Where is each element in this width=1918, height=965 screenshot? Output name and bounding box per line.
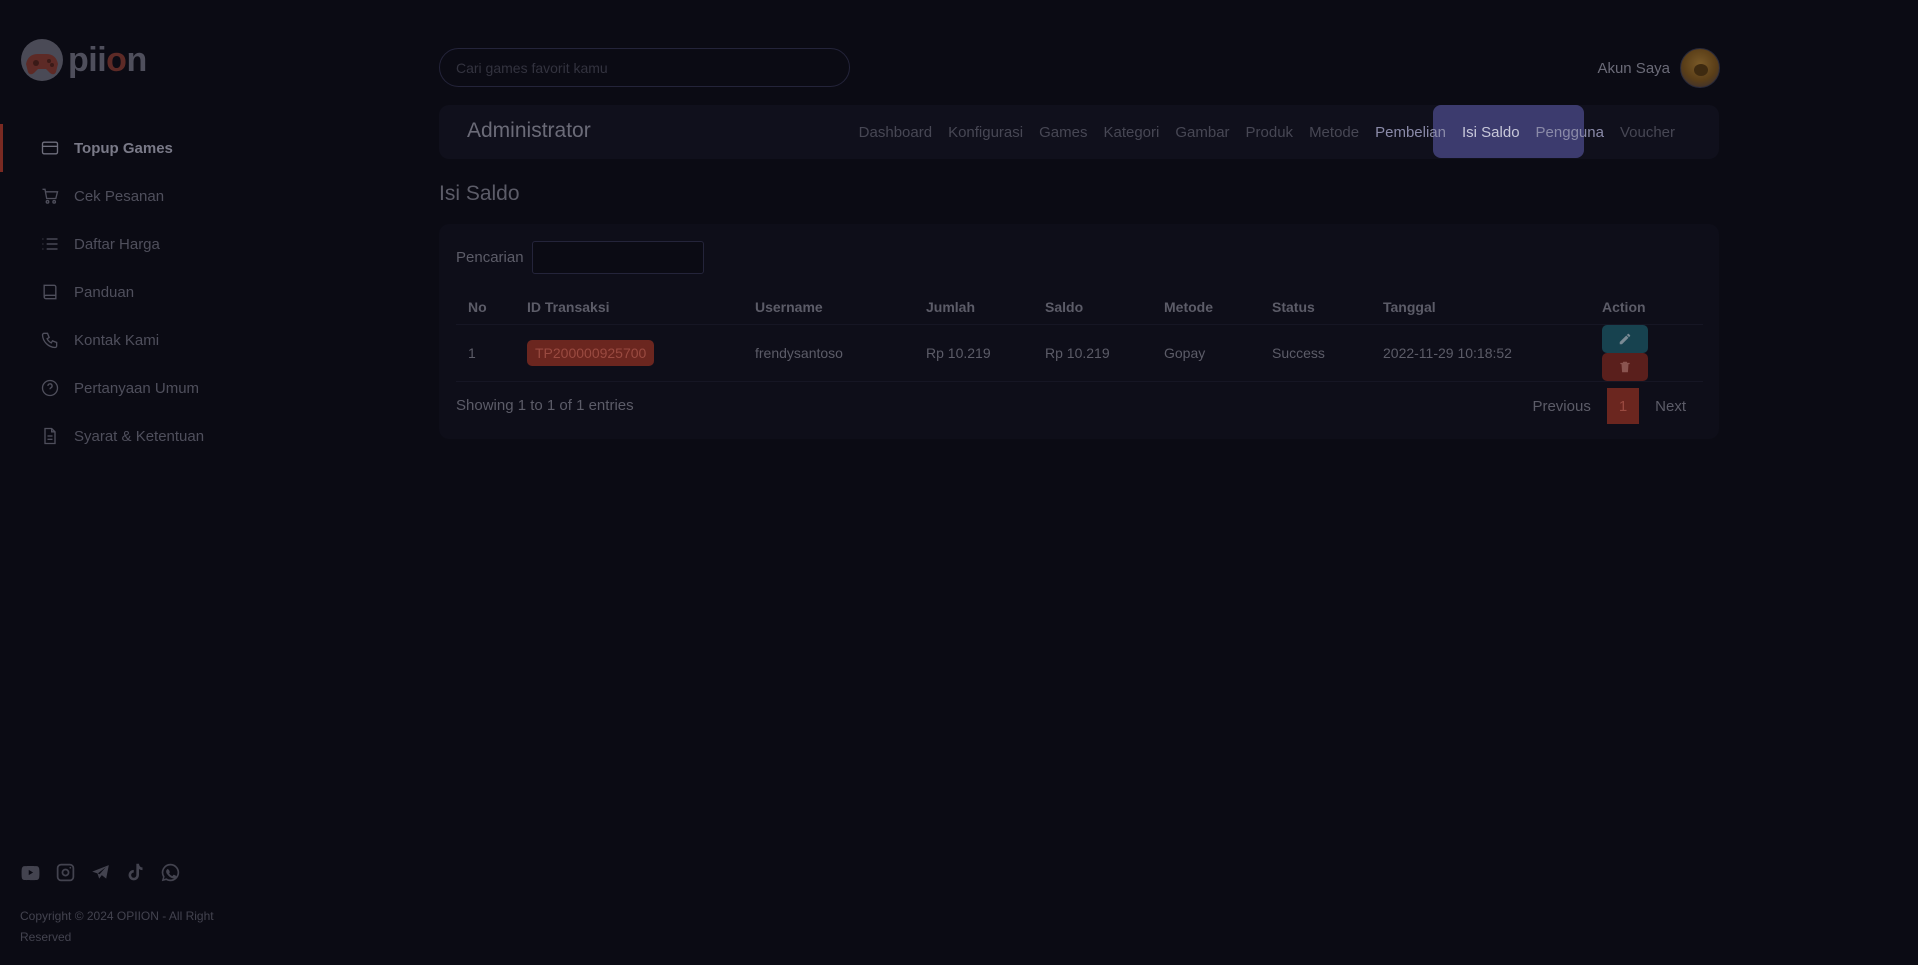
page-title: Isi Saldo [439,182,520,205]
delete-button[interactable] [1602,352,1648,381]
sidebar: piion Topup Games Cek Pesanan Daftar Har… [0,0,320,965]
sidebar-item-label: Daftar Harga [74,235,160,253]
account-label: Akun Saya [1597,59,1670,77]
logo-text: piion [68,40,147,79]
sidebar-item-label: Panduan [74,283,135,301]
tab-isi-saldo[interactable]: Isi Saldo [1454,105,1528,159]
copyright-text: Copyright © 2024 OPIION - All Right Rese… [20,909,214,944]
social-links [20,862,181,883]
transaction-id-badge: TP200000925700 [527,339,655,366]
instagram-icon[interactable] [55,862,76,883]
tab-voucher[interactable]: Voucher [1612,105,1683,159]
cell-metode: Gopay [1152,324,1260,382]
telegram-icon[interactable] [90,862,111,883]
tab-pengguna[interactable]: Pengguna [1528,105,1612,159]
document-icon [44,427,56,445]
tab-kategori[interactable]: Kategori [1095,105,1167,159]
cell-action [1590,324,1703,382]
tab-dashboard[interactable]: Dashboard [851,105,940,159]
column-no[interactable]: No [456,290,515,325]
list-icon [42,238,58,250]
column-username[interactable]: Username [743,290,914,325]
card-icon [41,141,59,155]
admin-tabs: Dashboard Konfigurasi Games Kategori Gam… [851,105,1683,159]
sidebar-item-panduan[interactable]: Panduan [0,268,320,316]
tiktok-icon[interactable] [125,862,146,883]
sidebar-item-cek-pesanan[interactable]: Cek Pesanan [0,172,320,220]
cell-tanggal: 2022-11-29 10:18:52 [1371,324,1590,382]
page-1-button[interactable]: 1 [1606,388,1640,424]
column-status[interactable]: Status [1260,290,1371,325]
gamepad-logo-icon [20,38,64,82]
avatar[interactable] [1680,48,1720,88]
table-search-input[interactable] [532,241,704,274]
pencil-icon [1619,333,1631,344]
next-button[interactable]: Next [1639,388,1702,424]
entries-info: Showing 1 to 1 of 1 entries [456,397,634,414]
sidebar-item-topup-games[interactable]: Topup Games [0,124,320,172]
cell-saldo: Rp 10.219 [1033,324,1152,382]
table-row: 1 TP200000925700 frendysantoso Rp 10.219… [456,324,1703,382]
tab-produk[interactable]: Produk [1238,105,1302,159]
column-tanggal[interactable]: Tanggal [1371,290,1590,325]
sidebar-item-label: Cek Pesanan [74,187,165,205]
trash-icon [1620,361,1630,372]
tab-gambar[interactable]: Gambar [1167,105,1237,159]
tab-metode[interactable]: Metode [1301,105,1367,159]
tab-pembelian[interactable]: Pembelian [1367,105,1454,159]
sidebar-item-label: Pertanyaan Umum [74,379,200,397]
pagination: Previous 1 Next [1516,388,1702,424]
phone-icon [41,332,58,349]
column-metode[interactable]: Metode [1152,290,1260,325]
column-jumlah[interactable]: Jumlah [914,290,1033,325]
account-menu[interactable]: Akun Saya [1597,48,1720,88]
cell-status: Success [1260,324,1371,382]
cell-jumlah: Rp 10.219 [914,324,1033,382]
sidebar-item-label: Syarat & Ketentuan [74,427,205,445]
tab-konfigurasi[interactable]: Konfigurasi [940,105,1031,159]
book-icon [43,284,57,300]
sidebar-item-label: Kontak Kami [74,331,160,349]
cell-username: frendysantoso [743,324,914,382]
transactions-table: No ID Transaksi Username Jumlah Saldo Me… [456,290,1703,382]
cell-id-transaksi: TP200000925700 [515,324,743,382]
search-input[interactable] [439,48,850,87]
whatsapp-icon[interactable] [160,862,181,883]
admin-title: Administrator [467,119,591,142]
admin-navbar: Administrator Dashboard Konfigurasi Game… [439,105,1719,159]
transactions-card: Pencarian No ID Transaksi Username Jumla… [439,224,1719,439]
table-header-row: No ID Transaksi Username Jumlah Saldo Me… [456,290,1703,325]
sidebar-item-daftar-harga[interactable]: Daftar Harga [0,220,320,268]
youtube-icon[interactable] [20,862,41,883]
tab-games[interactable]: Games [1031,105,1095,159]
previous-button[interactable]: Previous [1516,388,1606,424]
question-icon [41,379,59,397]
table-search-label: Pencarian [456,249,524,266]
column-saldo[interactable]: Saldo [1033,290,1152,325]
logo[interactable]: piion [20,38,147,82]
column-id-transaksi[interactable]: ID Transaksi [515,290,743,325]
sidebar-item-syarat-ketentuan[interactable]: Syarat & Ketentuan [0,412,320,460]
sidebar-item-label: Topup Games [74,139,173,157]
sidebar-item-pertanyaan-umum[interactable]: Pertanyaan Umum [0,364,320,412]
sidebar-item-kontak-kami[interactable]: Kontak Kami [0,316,320,364]
sidebar-nav: Topup Games Cek Pesanan Daftar Harga Pan… [0,124,320,460]
cell-no: 1 [456,324,515,382]
cart-icon [42,188,59,204]
edit-button[interactable] [1602,324,1648,353]
column-action: Action [1590,290,1703,325]
